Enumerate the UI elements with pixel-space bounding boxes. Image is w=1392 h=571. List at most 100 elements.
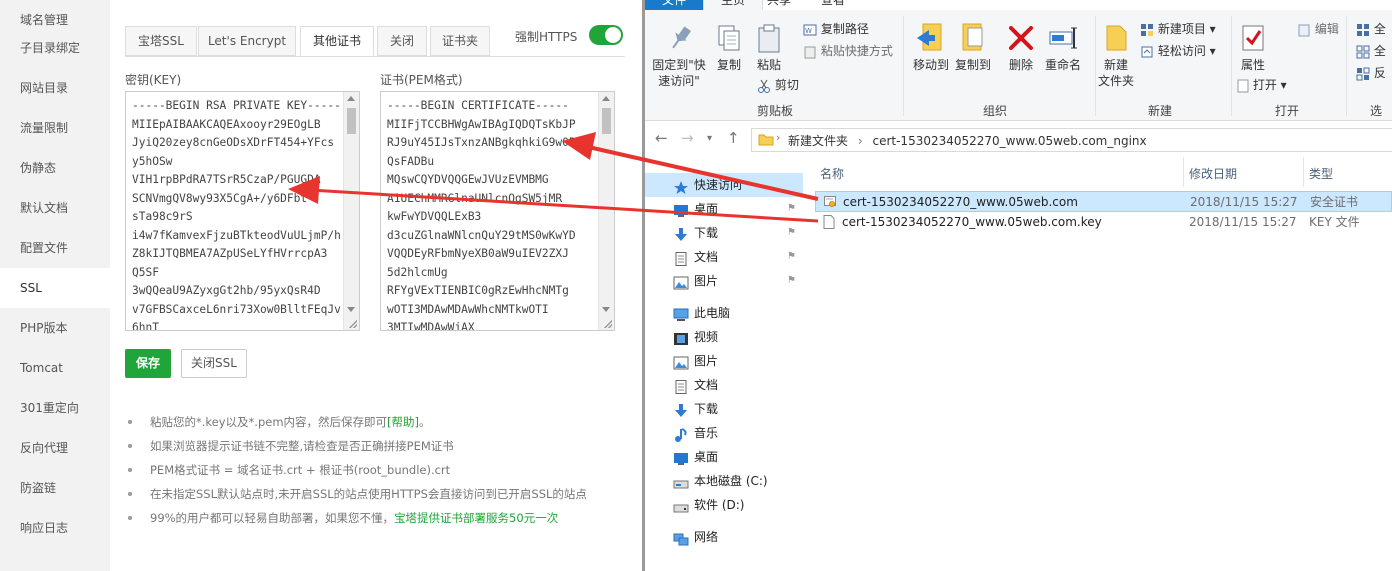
deploy-service-link[interactable]: 宝塔提供证书部署服务50元一次 <box>394 511 558 525</box>
tab-bt-ssl[interactable]: 宝塔SSL <box>125 26 197 56</box>
tip-text: 99%的用户都可以轻易自助部署，如果您不懂， <box>150 511 395 525</box>
select-all-button[interactable]: 全 <box>1356 20 1386 38</box>
edit-button[interactable]: 编辑 <box>1297 20 1339 38</box>
help-link[interactable]: [帮助] <box>387 415 419 429</box>
tab-other-cert[interactable]: 其他证书 <box>300 26 374 56</box>
sidebar-item-tomcat[interactable]: Tomcat <box>0 348 110 388</box>
forward-arrow-icon[interactable]: → <box>681 129 694 147</box>
scroll-thumb[interactable] <box>347 108 356 134</box>
key-textarea[interactable]: -----BEGIN RSA PRIVATE KEY----- MIIEpAIB… <box>125 91 360 331</box>
open-button[interactable]: 打开 ▾ <box>1237 76 1287 94</box>
sidebar-item-site-dir[interactable]: 网站目录 <box>0 68 110 108</box>
tab-close[interactable]: 关闭 <box>377 26 427 56</box>
tab-lets-encrypt[interactable]: Let's Encrypt <box>198 26 296 56</box>
force-https-toggle[interactable] <box>589 25 623 45</box>
nav-item[interactable]: 快速访问 <box>645 173 803 197</box>
nav-item[interactable]: 本地磁盘 (C:) <box>673 469 768 493</box>
pin-icon[interactable]: ⚑ <box>787 275 796 286</box>
resize-grip-icon[interactable] <box>604 320 612 328</box>
cert-textarea[interactable]: -----BEGIN CERTIFICATE----- MIIFjTCCBHWg… <box>380 91 615 331</box>
pin-icon[interactable]: ⚑ <box>787 251 796 262</box>
ribbon-tab-share[interactable]: 共享 <box>767 0 791 10</box>
breadcrumb: 新建文件夹 › cert-1530234052270_www.05web.com… <box>788 132 1147 149</box>
nav-item[interactable]: 软件 (D:) <box>673 493 744 517</box>
copy-to-button[interactable]: 复制到 <box>951 22 995 73</box>
nav-item[interactable]: 文档 <box>673 373 718 397</box>
nav-item[interactable]: 桌面 <box>673 445 718 469</box>
tab-cert-folder[interactable]: 证书夹 <box>430 26 490 56</box>
recent-chevron-icon[interactable]: ▾ <box>707 133 712 144</box>
copy-path-button[interactable]: W 复制路径 <box>803 20 869 38</box>
cut-button[interactable]: 剪切 <box>757 76 799 94</box>
scroll-thumb[interactable] <box>602 108 611 134</box>
sidebar-item-proxy[interactable]: 反向代理 <box>0 428 110 468</box>
move-to-button[interactable]: 移动到 <box>909 22 953 73</box>
pin-icon[interactable]: ⚑ <box>787 227 796 238</box>
breadcrumb-item[interactable]: 新建文件夹 <box>788 134 848 148</box>
sidebar-item-traffic[interactable]: 流量限制 <box>0 108 110 148</box>
copy-button[interactable]: 复制 <box>711 22 747 73</box>
invert-selection-button[interactable]: 反 <box>1356 64 1386 82</box>
new-item-button[interactable]: 新建项目 ▾ <box>1140 20 1216 38</box>
sidebar-item-default-doc[interactable]: 默认文档 <box>0 188 110 228</box>
easy-access-button[interactable]: 轻松访问 ▾ <box>1140 42 1216 60</box>
rename-button[interactable]: 重命名 <box>1041 22 1085 73</box>
properties-button[interactable]: 属性 <box>1235 22 1271 73</box>
ribbon-tab-file[interactable]: 文件 <box>645 0 703 10</box>
sidebar-item-log[interactable]: 响应日志 <box>0 508 110 548</box>
invert-selection-label: 反 <box>1373 66 1386 80</box>
paste-shortcut-label: 粘贴快捷方式 <box>820 44 893 58</box>
scroll-up-icon[interactable] <box>602 96 610 101</box>
desktop-icon <box>673 202 689 217</box>
column-type[interactable]: 类型 <box>1309 165 1333 182</box>
download-icon <box>673 402 689 417</box>
scroll-down-icon[interactable] <box>347 307 355 312</box>
sidebar-item-hotlink[interactable]: 防盗链 <box>0 468 110 508</box>
pin-quick-access-label: 固定到"快速访问" <box>652 58 706 88</box>
nav-item[interactable]: 此电脑 <box>673 301 730 325</box>
column-name[interactable]: 名称 <box>820 165 844 182</box>
sidebar-item-config[interactable]: 配置文件 <box>0 228 110 268</box>
nav-item[interactable]: 文档 <box>673 245 718 269</box>
select-none-button[interactable]: 全 <box>1356 42 1386 60</box>
sidebar-item-redirect[interactable]: 301重定向 <box>0 388 110 428</box>
file-row[interactable]: cert-1530234052270_www.05web.com.key 201… <box>815 212 1392 233</box>
scroll-down-icon[interactable] <box>602 307 610 312</box>
nav-item[interactable]: 视频 <box>673 325 718 349</box>
paste-shortcut-button[interactable]: 粘贴快捷方式 <box>803 42 893 60</box>
scroll-up-icon[interactable] <box>347 96 355 101</box>
up-arrow-icon[interactable]: ↑ <box>727 129 740 147</box>
sidebar-item-subdir[interactable]: 子目录绑定 <box>0 28 110 68</box>
close-ssl-button[interactable]: 关闭SSL <box>181 349 247 378</box>
nav-item[interactable]: 图片 <box>673 349 718 373</box>
ribbon-tab-view[interactable]: 查看 <box>821 0 845 10</box>
nav-item[interactable]: 图片 <box>673 269 718 293</box>
nav-item[interactable]: 音乐 <box>673 421 718 445</box>
sidebar-item-php[interactable]: PHP版本 <box>0 308 110 348</box>
nav-item[interactable]: 网络 <box>673 525 718 549</box>
key-scrollbar[interactable] <box>343 92 359 330</box>
paste-button[interactable]: 粘贴 <box>751 22 787 73</box>
breadcrumb-item[interactable]: cert-1530234052270_www.05web.com_nginx <box>872 134 1146 148</box>
nav-item[interactable]: 下载 <box>673 221 718 245</box>
pin-icon[interactable]: ⚑ <box>787 203 796 214</box>
file-row[interactable]: cert-1530234052270_www.05web.com 2018/11… <box>815 191 1392 212</box>
new-folder-button[interactable]: 新建 文件夹 <box>1097 22 1135 89</box>
nav-item[interactable]: 桌面 <box>673 197 718 221</box>
column-divider[interactable] <box>1183 157 1184 187</box>
pin-quick-access-button[interactable]: 固定到"快速访问" <box>649 22 711 89</box>
delete-button[interactable]: 删除 <box>1003 22 1039 73</box>
resize-grip-icon[interactable] <box>349 320 357 328</box>
sidebar-item-ssl[interactable]: SSL <box>0 268 110 308</box>
scissors-icon <box>758 79 770 93</box>
sidebar-item-domain[interactable]: 域名管理 <box>0 0 110 28</box>
sidebar-item-rewrite[interactable]: 伪静态 <box>0 148 110 188</box>
ssl-tips-list: 粘贴您的*.key以及*.pem内容，然后保存即可[帮助]。 如果浏览器提示证书… <box>125 410 635 530</box>
back-arrow-icon[interactable]: ← <box>655 129 668 147</box>
nav-item[interactable]: 下载 <box>673 397 718 421</box>
column-date[interactable]: 修改日期 <box>1189 165 1237 182</box>
address-bar[interactable]: › 新建文件夹 › cert-1530234052270_www.05web.c… <box>751 128 1392 152</box>
save-button[interactable]: 保存 <box>125 349 171 378</box>
column-divider[interactable] <box>1303 157 1304 187</box>
cert-scrollbar[interactable] <box>598 92 614 330</box>
